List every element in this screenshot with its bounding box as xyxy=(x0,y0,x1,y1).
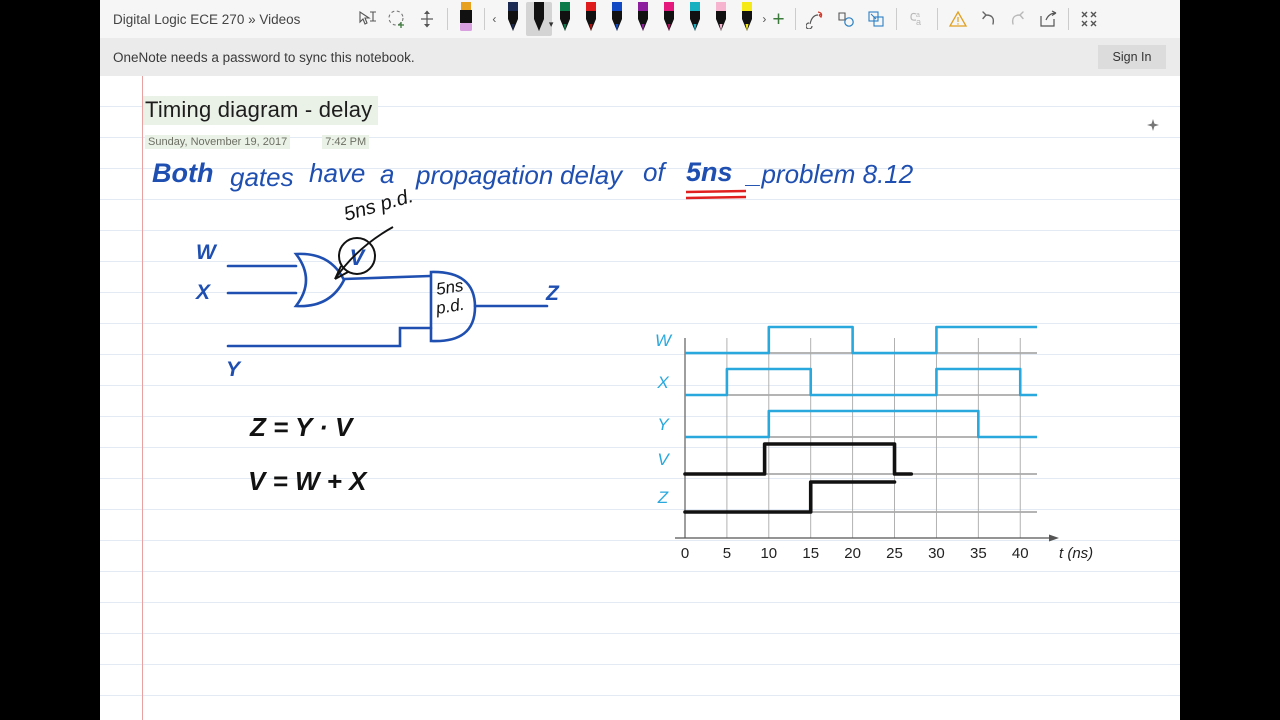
hw-emphasis-5ns: 5ns xyxy=(686,157,733,187)
vertical-resize-icon[interactable] xyxy=(412,2,442,36)
pen-teal[interactable] xyxy=(682,2,708,36)
equation-v: V = W + X xyxy=(248,466,368,496)
sync-notification-bar: OneNote needs a password to sync this no… xyxy=(100,38,1180,76)
chart-row-label-Y: Y xyxy=(657,415,670,434)
annotation-5ns-pd: 5ns p.d. xyxy=(341,185,415,226)
equations: Z = Y · V V = W + X xyxy=(248,412,368,496)
onenote-window: Digital Logic ECE 270 » Videos ‹ ▾ › + a… xyxy=(100,0,1180,720)
draw-toolbar: Digital Logic ECE 270 » Videos ‹ ▾ › + a… xyxy=(100,0,1180,38)
or-gate-body xyxy=(293,252,346,308)
chart-row-label-V: V xyxy=(657,450,670,469)
toolbar-divider-2 xyxy=(484,8,486,30)
chart-xtick-25: 25 xyxy=(886,545,903,562)
chart-xtick-30: 30 xyxy=(928,545,945,562)
waveform-Z xyxy=(683,480,897,514)
chart-row-label-Z: Z xyxy=(657,488,669,507)
hw-word-gates: gates xyxy=(230,162,294,192)
ink-to-text-icon[interactable] xyxy=(831,2,861,36)
and-gate-delay-label: 5ns p.d. xyxy=(434,276,466,318)
handwritten-headline: Both gates have a propagation delay of 5… xyxy=(152,157,914,200)
circuit-label-z: Z xyxy=(545,282,560,305)
toolbar-divider-5 xyxy=(936,8,938,30)
chart-xtick-5: 5 xyxy=(723,545,731,562)
insert-space-icon[interactable] xyxy=(382,2,412,36)
pens-prev-button[interactable]: ‹ xyxy=(492,12,496,26)
circuit-diagram xyxy=(226,252,549,348)
hw-word-a: a xyxy=(380,159,394,189)
pen-navy[interactable] xyxy=(500,2,526,36)
chart-xtick-15: 15 xyxy=(802,545,819,562)
chart-x-axis-label: t (ns) xyxy=(1059,545,1093,562)
ink-layer: Both gates have a propagation delay of 5… xyxy=(152,157,1093,562)
chart-xtick-35: 35 xyxy=(970,545,987,562)
equation-z: Z = Y · V xyxy=(249,412,355,442)
hw-word-of: of xyxy=(643,157,667,187)
hw-word-propagation: propagation xyxy=(415,160,553,190)
waveform-X xyxy=(685,367,1037,397)
waveform-Y xyxy=(685,409,1037,439)
ink-to-shape-icon[interactable] xyxy=(801,2,831,36)
chart-x-axis-arrow xyxy=(1049,534,1059,542)
chart-row-label-W: W xyxy=(655,331,673,350)
circuit-labels: W X Y Z xyxy=(195,241,560,381)
hw-problem-ref: _problem 8.12 xyxy=(744,159,914,189)
eraser-tool[interactable] xyxy=(453,2,479,36)
chart-xtick-20: 20 xyxy=(844,545,861,562)
toolbar-divider-3 xyxy=(794,8,796,30)
and-delay-line2: p.d. xyxy=(434,295,466,318)
share-icon[interactable] xyxy=(1033,2,1063,36)
ink-to-math-icon[interactable] xyxy=(861,2,891,36)
red-double-underline xyxy=(685,189,747,200)
chart-xtick-0: 0 xyxy=(681,545,689,562)
pen-black[interactable]: ▾ xyxy=(526,2,553,36)
pen-magenta[interactable] xyxy=(656,2,682,36)
waveform-V xyxy=(683,442,914,476)
sync-message: OneNote needs a password to sync this no… xyxy=(113,49,415,65)
undo-icon[interactable] xyxy=(973,2,1003,36)
toolbar-divider-6 xyxy=(1067,8,1069,30)
circuit-label-y: Y xyxy=(226,358,242,381)
wire-v xyxy=(342,274,432,281)
pen-red[interactable] xyxy=(578,2,604,36)
hw-word-delay: delay xyxy=(560,160,624,190)
pen-purple[interactable] xyxy=(630,2,656,36)
lasso-select-icon[interactable] xyxy=(352,2,382,36)
highlighter-yellow[interactable] xyxy=(734,2,760,36)
toolbar-divider xyxy=(447,8,449,30)
pen-green[interactable] xyxy=(552,2,578,36)
highlighter-pink[interactable] xyxy=(708,2,734,36)
sign-in-button[interactable]: Sign In xyxy=(1098,45,1166,69)
breadcrumb[interactable]: Digital Logic ECE 270 » Videos xyxy=(113,12,300,27)
waveform-W xyxy=(685,325,1037,355)
pens-next-button[interactable]: › xyxy=(762,12,766,26)
chart-row-label-X: X xyxy=(656,373,669,392)
chart-xtick-10: 10 xyxy=(760,545,777,562)
circuit-label-x: X xyxy=(195,281,212,304)
redo-icon[interactable] xyxy=(1003,2,1033,36)
add-pen-button[interactable]: + xyxy=(772,9,784,30)
pen-strip: ▾ xyxy=(500,2,760,36)
node-v-annotation: V 5ns p.d. xyxy=(334,185,416,280)
hw-word-have: have xyxy=(309,158,365,188)
screen: Digital Logic ECE 270 » Videos ‹ ▾ › + a… xyxy=(0,0,1280,720)
hw-word-both: Both xyxy=(152,158,213,188)
svg-text:a: a xyxy=(916,17,921,27)
warning-icon[interactable] xyxy=(943,2,973,36)
wire-y xyxy=(226,326,433,348)
note-page[interactable]: Timing diagram - delay Sunday, November … xyxy=(100,76,1180,720)
timing-diagram-chart: W X YVZ 0 5 10 15 20 25 30 35 40 t (ns) xyxy=(655,325,1093,562)
toolbar-divider-4 xyxy=(895,8,897,30)
chart-xtick-40: 40 xyxy=(1012,545,1029,562)
replay-ink-icon[interactable]: aa xyxy=(902,2,932,36)
circuit-label-w: W xyxy=(196,241,218,264)
collapse-ribbon-icon[interactable] xyxy=(1074,2,1104,36)
pen-blue[interactable] xyxy=(604,2,630,36)
